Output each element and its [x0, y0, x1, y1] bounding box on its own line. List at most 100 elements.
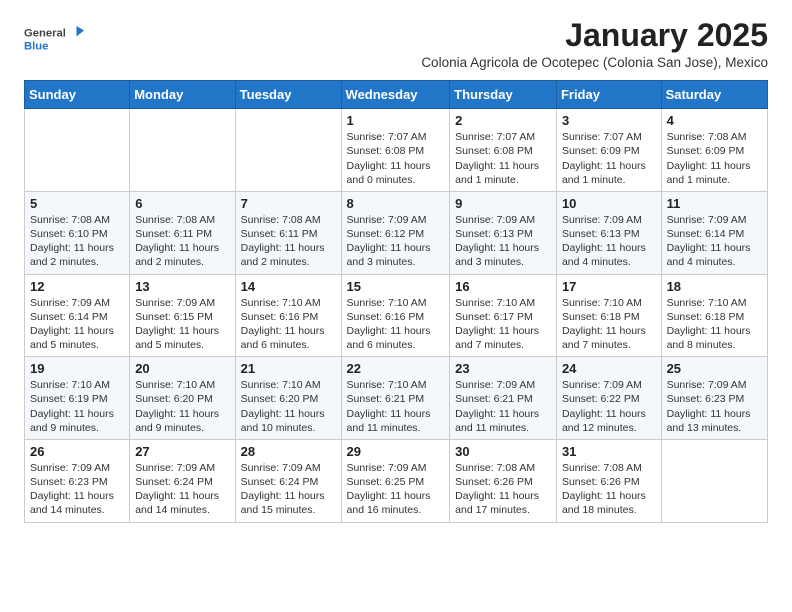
calendar-cell: 2 Sunrise: 7:07 AM Sunset: 6:08 PM Daylig… [450, 109, 557, 192]
calendar-cell: 4Sunrise: 7:08 AM Sunset: 6:09 PM Daylig… [661, 109, 767, 192]
calendar-cell: 30 Sunrise: 7:08 AM Sunset: 6:26 PM Dayli… [450, 439, 557, 522]
day-number: 10 [562, 196, 656, 211]
day-number: 31 [562, 444, 656, 459]
day-info: Sunrise: 7:07 AM Sunset: 6:08 PM Dayligh… [347, 130, 445, 187]
title-block: January 2025 Colonia Agricola de Ocotepe… [421, 18, 768, 70]
day-info: Sunrise: 7:08 AM Sunset: 6:26 PM Dayligh… [562, 461, 656, 518]
day-number: 6 [135, 196, 229, 211]
day-info: Sunrise: 7:10 AM Sunset: 6:16 PM Dayligh… [347, 296, 445, 353]
calendar-week-row: 1 Sunrise: 7:07 AM Sunset: 6:08 PM Daylig… [25, 109, 768, 192]
day-number: 28 [241, 444, 336, 459]
day-number: 14 [241, 279, 336, 294]
calendar-week-row: 19 Sunrise: 7:10 AM Sunset: 6:19 PM Dayli… [25, 357, 768, 440]
logo: General Blue [24, 18, 84, 58]
calendar-day-header: Wednesday [341, 81, 450, 109]
calendar-cell: 29 Sunrise: 7:09 AM Sunset: 6:25 PM Dayli… [341, 439, 450, 522]
calendar-cell [130, 109, 235, 192]
calendar-cell: 3Sunrise: 7:07 AM Sunset: 6:09 PM Daylig… [556, 109, 661, 192]
day-info: Sunrise: 7:08 AM Sunset: 6:10 PM Dayligh… [30, 213, 124, 270]
calendar-day-header: Sunday [25, 81, 130, 109]
day-number: 26 [30, 444, 124, 459]
day-info: Sunrise: 7:09 AM Sunset: 6:21 PM Dayligh… [455, 378, 551, 435]
calendar-header-row: SundayMondayTuesdayWednesdayThursdayFrid… [25, 81, 768, 109]
calendar-week-row: 26Sunrise: 7:09 AM Sunset: 6:23 PM Dayli… [25, 439, 768, 522]
day-info: Sunrise: 7:09 AM Sunset: 6:12 PM Dayligh… [347, 213, 445, 270]
calendar-cell: 21 Sunrise: 7:10 AM Sunset: 6:20 PM Dayli… [235, 357, 341, 440]
day-number: 8 [347, 196, 445, 211]
day-number: 7 [241, 196, 336, 211]
day-info: Sunrise: 7:09 AM Sunset: 6:25 PM Dayligh… [347, 461, 445, 518]
day-info: Sunrise: 7:10 AM Sunset: 6:17 PM Dayligh… [455, 296, 551, 353]
calendar-cell [235, 109, 341, 192]
day-info: Sunrise: 7:09 AM Sunset: 6:24 PM Dayligh… [241, 461, 336, 518]
calendar-cell: 22Sunrise: 7:10 AM Sunset: 6:21 PM Dayli… [341, 357, 450, 440]
calendar-cell: 26Sunrise: 7:09 AM Sunset: 6:23 PM Dayli… [25, 439, 130, 522]
calendar-day-header: Monday [130, 81, 235, 109]
calendar-cell: 12 Sunrise: 7:09 AM Sunset: 6:14 PM Dayli… [25, 274, 130, 357]
calendar-cell: 6Sunrise: 7:08 AM Sunset: 6:11 PM Daylig… [130, 191, 235, 274]
calendar: SundayMondayTuesdayWednesdayThursdayFrid… [24, 80, 768, 522]
day-info: Sunrise: 7:07 AM Sunset: 6:09 PM Dayligh… [562, 130, 656, 187]
calendar-cell: 31 Sunrise: 7:08 AM Sunset: 6:26 PM Dayli… [556, 439, 661, 522]
day-info: Sunrise: 7:08 AM Sunset: 6:26 PM Dayligh… [455, 461, 551, 518]
day-number: 21 [241, 361, 336, 376]
calendar-day-header: Friday [556, 81, 661, 109]
calendar-cell [25, 109, 130, 192]
page: General Blue January 2025 Colonia Agrico… [0, 0, 792, 541]
day-info: Sunrise: 7:09 AM Sunset: 6:13 PM Dayligh… [455, 213, 551, 270]
month-title: January 2025 [421, 18, 768, 53]
calendar-cell: 13 Sunrise: 7:09 AM Sunset: 6:15 PM Dayli… [130, 274, 235, 357]
day-info: Sunrise: 7:10 AM Sunset: 6:18 PM Dayligh… [562, 296, 656, 353]
svg-text:Blue: Blue [24, 40, 48, 52]
calendar-day-header: Tuesday [235, 81, 341, 109]
calendar-cell: 24Sunrise: 7:09 AM Sunset: 6:22 PM Dayli… [556, 357, 661, 440]
day-info: Sunrise: 7:10 AM Sunset: 6:21 PM Dayligh… [347, 378, 445, 435]
day-number: 11 [667, 196, 762, 211]
day-number: 13 [135, 279, 229, 294]
day-info: Sunrise: 7:10 AM Sunset: 6:20 PM Dayligh… [135, 378, 229, 435]
day-number: 4 [667, 113, 762, 128]
day-number: 9 [455, 196, 551, 211]
day-number: 29 [347, 444, 445, 459]
day-number: 2 [455, 113, 551, 128]
day-number: 12 [30, 279, 124, 294]
header: General Blue January 2025 Colonia Agrico… [24, 18, 768, 70]
day-info: Sunrise: 7:09 AM Sunset: 6:13 PM Dayligh… [562, 213, 656, 270]
calendar-cell: 8 Sunrise: 7:09 AM Sunset: 6:12 PM Daylig… [341, 191, 450, 274]
calendar-cell: 5 Sunrise: 7:08 AM Sunset: 6:10 PM Daylig… [25, 191, 130, 274]
day-number: 15 [347, 279, 445, 294]
day-info: Sunrise: 7:09 AM Sunset: 6:15 PM Dayligh… [135, 296, 229, 353]
day-number: 20 [135, 361, 229, 376]
calendar-day-header: Saturday [661, 81, 767, 109]
calendar-cell: 18Sunrise: 7:10 AM Sunset: 6:18 PM Dayli… [661, 274, 767, 357]
day-number: 24 [562, 361, 656, 376]
calendar-cell: 11Sunrise: 7:09 AM Sunset: 6:14 PM Dayli… [661, 191, 767, 274]
calendar-cell: 17 Sunrise: 7:10 AM Sunset: 6:18 PM Dayli… [556, 274, 661, 357]
day-info: Sunrise: 7:10 AM Sunset: 6:18 PM Dayligh… [667, 296, 762, 353]
day-info: Sunrise: 7:07 AM Sunset: 6:08 PM Dayligh… [455, 130, 551, 187]
day-info: Sunrise: 7:10 AM Sunset: 6:20 PM Dayligh… [241, 378, 336, 435]
day-info: Sunrise: 7:10 AM Sunset: 6:19 PM Dayligh… [30, 378, 124, 435]
calendar-cell: 9 Sunrise: 7:09 AM Sunset: 6:13 PM Daylig… [450, 191, 557, 274]
calendar-cell: 15 Sunrise: 7:10 AM Sunset: 6:16 PM Dayli… [341, 274, 450, 357]
day-number: 1 [347, 113, 445, 128]
calendar-cell: 10 Sunrise: 7:09 AM Sunset: 6:13 PM Dayli… [556, 191, 661, 274]
day-info: Sunrise: 7:08 AM Sunset: 6:11 PM Dayligh… [241, 213, 336, 270]
calendar-cell: 25Sunrise: 7:09 AM Sunset: 6:23 PM Dayli… [661, 357, 767, 440]
day-info: Sunrise: 7:09 AM Sunset: 6:14 PM Dayligh… [30, 296, 124, 353]
calendar-cell: 19 Sunrise: 7:10 AM Sunset: 6:19 PM Dayli… [25, 357, 130, 440]
subtitle: Colonia Agricola de Ocotepec (Colonia Sa… [421, 55, 768, 70]
calendar-cell [661, 439, 767, 522]
day-number: 30 [455, 444, 551, 459]
day-info: Sunrise: 7:09 AM Sunset: 6:24 PM Dayligh… [135, 461, 229, 518]
calendar-week-row: 12 Sunrise: 7:09 AM Sunset: 6:14 PM Dayli… [25, 274, 768, 357]
day-number: 5 [30, 196, 124, 211]
calendar-cell: 16Sunrise: 7:10 AM Sunset: 6:17 PM Dayli… [450, 274, 557, 357]
day-number: 19 [30, 361, 124, 376]
calendar-cell: 1 Sunrise: 7:07 AM Sunset: 6:08 PM Daylig… [341, 109, 450, 192]
day-number: 17 [562, 279, 656, 294]
calendar-cell: 14Sunrise: 7:10 AM Sunset: 6:16 PM Dayli… [235, 274, 341, 357]
day-info: Sunrise: 7:09 AM Sunset: 6:23 PM Dayligh… [667, 378, 762, 435]
logo-svg: General Blue [24, 18, 84, 58]
calendar-cell: 27Sunrise: 7:09 AM Sunset: 6:24 PM Dayli… [130, 439, 235, 522]
